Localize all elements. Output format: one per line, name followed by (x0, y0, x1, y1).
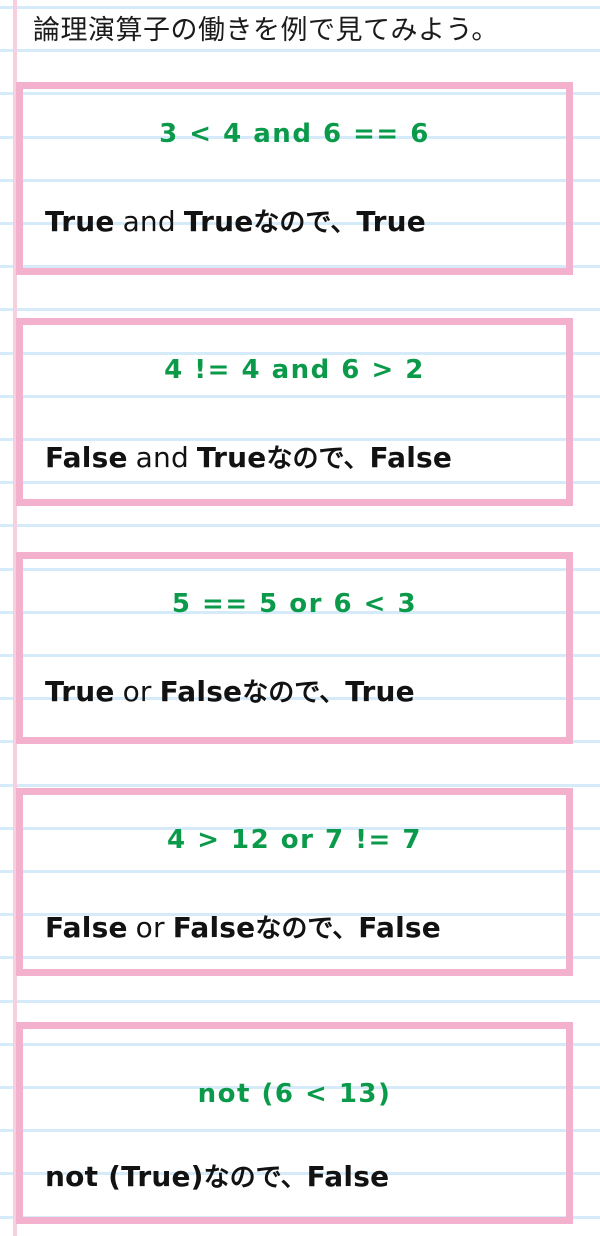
result-right-value: True (196, 441, 267, 474)
result-value: False (358, 911, 441, 944)
result-right-value: False (159, 675, 243, 708)
example-box: not (6 < 13) not (True)なので、False (16, 1022, 573, 1224)
result-connector: なので、 (242, 678, 346, 708)
result-left-value: False (45, 441, 128, 474)
result-operator: and (135, 441, 189, 474)
expression-text: 5 == 5 or 6 < 3 (171, 589, 418, 619)
result-connector: なので、 (266, 444, 370, 474)
example-box: 3 < 4 and 6 == 6 True and Trueなので、True (16, 82, 573, 275)
result-text: True and Trueなので、True (45, 206, 556, 239)
example-box: 4 > 12 or 7 != 7 False or Falseなので、False (16, 788, 573, 976)
notebook-page: 論理演算子の働きを例で見てみよう。 3 < 4 and 6 == 6 True an… (0, 0, 600, 1236)
page-title: 論理演算子の働きを例で見てみよう。 (33, 15, 499, 46)
result-left-value: True (45, 205, 115, 238)
result-text: not (True)なので、False (45, 1161, 556, 1194)
result-value: False (369, 441, 453, 474)
expression-text: not (6 < 13) (197, 1079, 392, 1109)
result-text: True or Falseなので、True (45, 676, 556, 709)
result-operator: or (135, 911, 165, 944)
expression-text: 4 != 4 and 6 > 2 (164, 355, 425, 385)
result-operator: or (122, 675, 152, 708)
page-content: 論理演算子の働きを例で見てみよう。 3 < 4 and 6 == 6 True an… (0, 0, 600, 1236)
result-value: False (306, 1160, 390, 1193)
result-left-value: not (True) (45, 1160, 204, 1193)
result-connector: なので、 (253, 208, 357, 238)
result-left-value: True (45, 675, 115, 708)
result-value: True (345, 675, 415, 708)
result-text: False or Falseなので、False (45, 912, 556, 945)
result-connector: なので、 (203, 1163, 307, 1193)
result-text: False and Trueなので、False (45, 442, 556, 475)
expression-text: 4 > 12 or 7 != 7 (167, 825, 422, 855)
result-right-value: False (172, 911, 256, 944)
result-connector: なので、 (255, 914, 359, 944)
example-box: 4 != 4 and 6 > 2 False and Trueなので、False (16, 318, 573, 506)
result-value: True (356, 205, 426, 238)
result-left-value: False (45, 911, 128, 944)
result-operator: and (122, 205, 176, 238)
result-right-value: True (183, 205, 254, 238)
expression-text: 3 < 4 and 6 == 6 (159, 119, 430, 149)
example-box: 5 == 5 or 6 < 3 True or Falseなので、True (16, 552, 573, 744)
